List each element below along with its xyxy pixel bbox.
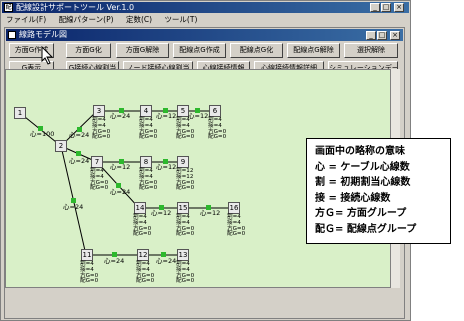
child-maximize-icon[interactable]: □: [377, 31, 387, 40]
wiring-point-group-button[interactable]: 配線点G化: [230, 43, 283, 58]
node-15-info: 割=4 接=4 方G=0 配G=0: [176, 214, 195, 238]
edge-label: 心=24: [110, 112, 131, 120]
legend-line: 割 = 初期割当心線数: [315, 177, 411, 188]
create-wiring-point-group-button[interactable]: 配線点G作成: [173, 43, 226, 58]
node-5-info: 割=4 接=4 方G=0 配G=0: [176, 117, 195, 141]
node-11-info: 割=4 接=4 方G=0 配G=0: [80, 261, 99, 285]
legend-box: 画面中の略称の意味 心 = ケーブル心線数 割 = 初期割当心線数 接 = 接続…: [306, 138, 451, 244]
menu-bar: ファイル(F) 配線パターン(P) 定数(C) ツール(T): [2, 14, 409, 25]
edge-label: 心=12: [156, 112, 177, 120]
maximize-icon[interactable]: □: [381, 3, 391, 12]
legend-title: 画面中の略称の意味: [315, 146, 405, 157]
node-9[interactable]: 9: [177, 156, 189, 168]
node-2[interactable]: 2: [55, 140, 67, 152]
edge-label: 心=12: [110, 163, 131, 171]
close-icon[interactable]: ×: [394, 3, 404, 12]
node-3[interactable]: 3: [93, 105, 105, 117]
edge-label: 心=24: [69, 131, 90, 139]
node-12-info: 割=4 接=4 方G=0 配G=0: [136, 261, 155, 285]
edge-label: 心=12: [156, 163, 177, 171]
node-14[interactable]: 14: [134, 202, 146, 214]
node-16-info: 割=4 接=4 方G=0 配G=0: [227, 214, 246, 238]
child-minimize-icon[interactable]: _: [366, 31, 376, 40]
node-12[interactable]: 12: [137, 249, 149, 261]
node-7-info: 割=4 接=4 方G=0 配G=0: [90, 168, 109, 192]
node-7[interactable]: 7: [91, 156, 103, 168]
child-title-bar[interactable]: 線路モデル図 _ □ ×: [6, 29, 403, 41]
child-title: 線路モデル図: [19, 30, 67, 39]
release-direction-group-button[interactable]: 方面G解除: [116, 43, 169, 58]
node-3-info: 割=4 接=4 方G=0 配G=0: [92, 117, 111, 141]
node-15[interactable]: 15: [177, 202, 189, 214]
node-13-info: 割=4 接=4 方G=0 配G=0: [176, 261, 195, 285]
direction-group-button[interactable]: 方面G化: [66, 43, 111, 58]
release-wiring-point-group-button[interactable]: 配線点G解除: [287, 43, 340, 58]
child-close-icon[interactable]: ×: [390, 31, 400, 40]
menu-constant[interactable]: 定数(C): [126, 15, 152, 24]
node-9-info: 割=12 接=12 方G=0 配G=0: [176, 168, 195, 192]
legend-line: 心 = ケーブル心線数: [315, 161, 410, 173]
node-16[interactable]: 16: [228, 202, 240, 214]
legend-line: 配Ｇ= 配線点グループ: [315, 223, 417, 235]
node-14-info: 割=4 接=4 方G=0 配G=0: [133, 214, 152, 238]
edge-label: 心=12: [200, 209, 221, 217]
node-13[interactable]: 13: [177, 249, 189, 261]
menu-tool[interactable]: ツール(T): [164, 15, 197, 24]
edge-label: 心=24: [63, 203, 84, 211]
node-6-info: 割=4 接=4 方G=0 配G=0: [208, 117, 227, 141]
edge-label: 心=24: [69, 157, 90, 165]
edge-label: 心=12: [151, 209, 172, 217]
edge-label: 心=24: [156, 257, 177, 265]
edge-label: 心=24: [110, 188, 131, 196]
mouse-cursor-icon: [41, 46, 54, 65]
edge-label: 心=100: [30, 130, 55, 138]
node-4-info: 割=4 接=4 方G=0 配G=0: [139, 117, 158, 141]
node-4[interactable]: 4: [140, 105, 152, 117]
clear-selection-button[interactable]: 選択解除: [344, 43, 398, 58]
main-title-bar[interactable]: 配 配線設計サポートツール Ver.1.0 _ □ ×: [2, 2, 409, 13]
minimize-icon[interactable]: _: [370, 3, 380, 12]
node-8-info: 割=4 接=4 方G=0 配G=0: [139, 168, 158, 192]
node-8[interactable]: 8: [140, 156, 152, 168]
node-11[interactable]: 11: [81, 249, 93, 261]
node-1[interactable]: 1: [14, 107, 26, 119]
window-icon: [8, 31, 16, 39]
app-icon: 配: [4, 3, 13, 12]
edge-label: 心=24: [104, 257, 125, 265]
legend-line: 接 = 接続心線数: [315, 192, 391, 204]
node-6[interactable]: 6: [209, 105, 221, 117]
menu-file[interactable]: ファイル(F): [6, 15, 46, 24]
legend-line: 方Ｇ= 方面グループ: [315, 208, 407, 219]
menu-pattern[interactable]: 配線パターン(P): [59, 15, 114, 24]
app-title: 配線設計サポートツール Ver.1.0: [16, 3, 135, 12]
